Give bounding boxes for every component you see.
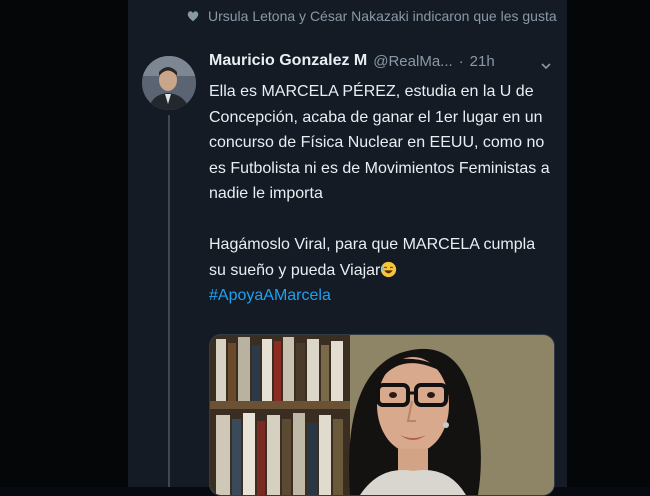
- tweet-body: Ella es MARCELA PÉREZ, estudia en la U d…: [209, 83, 550, 279]
- hashtag-link[interactable]: #ApoyaAMarcela: [209, 287, 331, 304]
- tweet-text: Ella es MARCELA PÉREZ, estudia en la U d…: [209, 79, 554, 309]
- laughing-emoji-icon: [381, 261, 397, 277]
- separator-dot: ·: [458, 52, 464, 70]
- like-activity-text: Ursula Letona y César Nakazaki indicaron…: [208, 8, 557, 24]
- media-photo: [210, 335, 554, 495]
- avatar[interactable]: [142, 56, 196, 110]
- author-name[interactable]: Mauricio Gonzalez M: [209, 52, 367, 70]
- tweet-time[interactable]: 21h: [470, 53, 495, 70]
- chevron-down-icon[interactable]: [540, 60, 552, 72]
- tweet-header: Mauricio Gonzalez M @RealMa... · 21h: [209, 52, 559, 70]
- right-dark-margin: [567, 0, 650, 487]
- like-activity-row[interactable]: Ursula Letona y César Nakazaki indicaron…: [186, 6, 566, 26]
- author-handle[interactable]: @RealMa...: [373, 53, 452, 70]
- thread-line: [168, 115, 170, 487]
- tweet-media-image[interactable]: [209, 334, 555, 496]
- left-dark-margin: [0, 0, 128, 487]
- heart-icon: [187, 11, 199, 22]
- avatar-photo: [142, 56, 196, 110]
